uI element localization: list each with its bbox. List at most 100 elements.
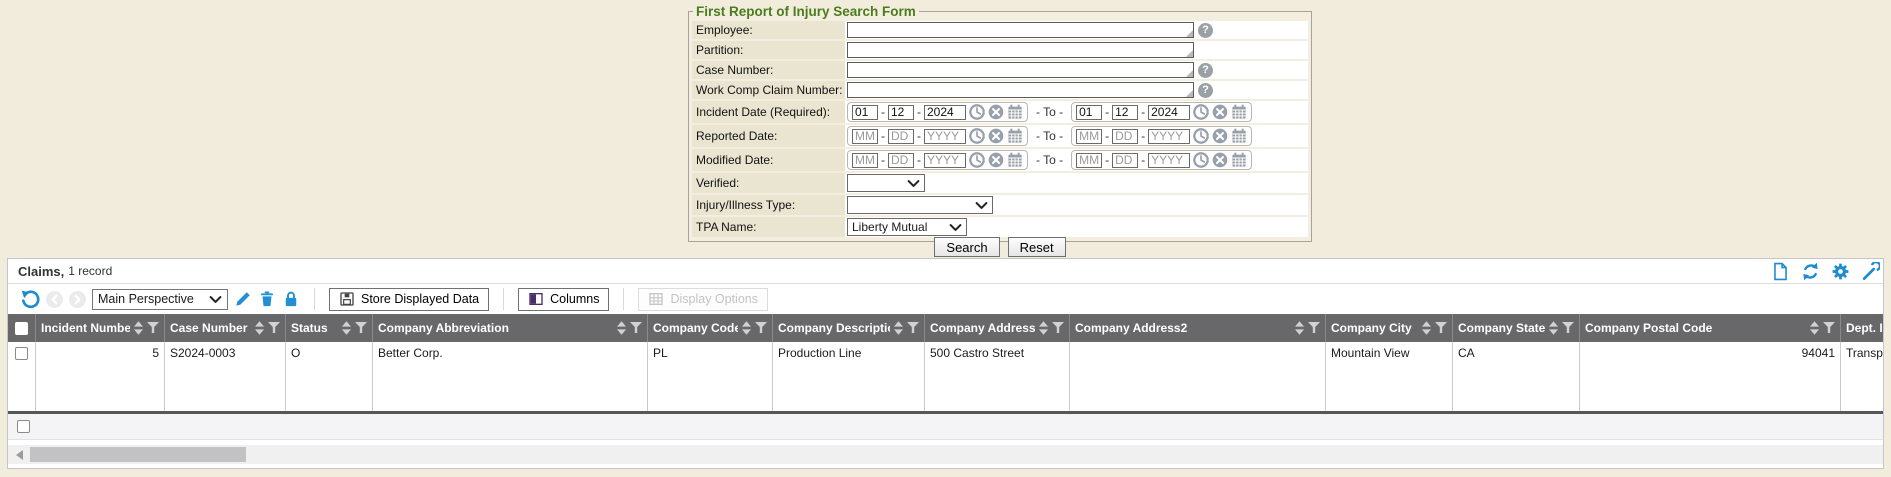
time-icon[interactable] [969,128,985,144]
filter-funnel-icon[interactable] [355,322,367,334]
modified-to-day-input[interactable] [1112,153,1138,168]
sort-icon[interactable] [342,321,351,335]
modified-from-month-input[interactable] [852,153,878,168]
columns-button[interactable]: Columns [518,288,609,311]
calendar-icon[interactable] [1231,104,1247,120]
filter-funnel-icon[interactable] [1562,322,1574,334]
sort-icon[interactable] [617,321,626,335]
incident-to-month-input[interactable] [1076,105,1102,120]
settings-gear-icon[interactable] [1831,262,1850,281]
delete-trash-icon[interactable] [258,290,276,308]
sort-icon[interactable] [134,321,143,335]
incident-from-year-input[interactable] [924,105,966,120]
column-header-dept-id[interactable]: Dept. ID [1841,314,1884,342]
resize-grip[interactable] [1186,50,1193,57]
time-icon[interactable] [969,104,985,120]
reported-from-month-input[interactable] [852,129,878,144]
time-icon[interactable] [1193,152,1209,168]
column-header-company-state[interactable]: Company State [1453,314,1580,342]
verified-select[interactable] [847,174,925,192]
reported-from-year-input[interactable] [924,129,966,144]
refresh-icon[interactable] [1801,262,1820,281]
tpa-name-select[interactable]: Liberty Mutual [847,218,967,236]
case-number-input[interactable] [847,62,1194,78]
column-header-company-postal-code[interactable]: Company Postal Code [1580,314,1841,342]
reset-button[interactable]: Reset [1008,237,1066,257]
column-header-company-code[interactable]: Company Code [648,314,773,342]
sort-icon[interactable] [255,321,264,335]
horizontal-scrollbar[interactable] [8,445,1883,464]
employee-input[interactable] [847,22,1194,38]
perspective-select[interactable]: Main Perspective [92,289,228,310]
clear-date-icon[interactable] [988,128,1004,144]
help-icon[interactable]: ? [1198,83,1213,98]
filter-funnel-icon[interactable] [268,322,280,334]
filter-funnel-icon[interactable] [1308,322,1320,334]
reported-to-month-input[interactable] [1076,129,1102,144]
reported-from-day-input[interactable] [888,129,914,144]
help-icon[interactable]: ? [1198,23,1213,38]
search-button[interactable]: Search [934,237,999,257]
footer-checkbox[interactable] [17,420,30,433]
clear-date-icon[interactable] [1212,152,1228,168]
calendar-icon[interactable] [1231,128,1247,144]
sort-icon[interactable] [1295,321,1304,335]
resize-grip[interactable] [1186,90,1193,97]
filter-funnel-icon[interactable] [1052,322,1064,334]
column-header-company-city[interactable]: Company City [1326,314,1453,342]
column-header-company-abbreviation[interactable]: Company Abbreviation [373,314,648,342]
calendar-icon[interactable] [1231,152,1247,168]
partition-input[interactable] [847,42,1194,58]
incident-from-day-input[interactable] [888,105,914,120]
filter-funnel-icon[interactable] [1435,322,1447,334]
filter-funnel-icon[interactable] [147,322,159,334]
edit-pencil-icon[interactable] [234,290,252,308]
injury-type-select[interactable] [847,196,993,214]
scroll-left-arrow[interactable] [16,450,23,460]
calendar-icon[interactable] [1007,104,1023,120]
incident-to-day-input[interactable] [1112,105,1138,120]
filter-funnel-icon[interactable] [755,322,767,334]
reported-to-year-input[interactable] [1148,129,1190,144]
help-icon[interactable]: ? [1198,63,1213,78]
undo-icon[interactable] [20,289,40,309]
clear-date-icon[interactable] [988,104,1004,120]
clear-date-icon[interactable] [1212,104,1228,120]
select-all-checkbox[interactable] [8,314,36,342]
incident-to-year-input[interactable] [1148,105,1190,120]
column-header-case-number[interactable]: Case Number [165,314,286,342]
sort-icon[interactable] [1810,321,1819,335]
calendar-icon[interactable] [1007,152,1023,168]
row-checkbox[interactable] [15,347,28,360]
calendar-icon[interactable] [1007,128,1023,144]
filter-funnel-icon[interactable] [1823,322,1835,334]
clear-date-icon[interactable] [988,152,1004,168]
column-header-company-description[interactable]: Company Description [773,314,925,342]
column-header-company-address1[interactable]: Company Address1 [925,314,1070,342]
new-document-icon[interactable] [1771,262,1790,281]
scrollbar-thumb[interactable] [30,447,246,462]
time-icon[interactable] [1193,104,1209,120]
incident-from-month-input[interactable] [852,105,878,120]
modified-to-year-input[interactable] [1148,153,1190,168]
filter-funnel-icon[interactable] [630,322,642,334]
time-icon[interactable] [969,152,985,168]
sort-icon[interactable] [742,321,751,335]
resize-grip[interactable] [1186,30,1193,37]
sort-icon[interactable] [1422,321,1431,335]
previous-perspective-button[interactable] [46,291,63,308]
next-perspective-button[interactable] [69,291,86,308]
time-icon[interactable] [1193,128,1209,144]
sort-icon[interactable] [894,321,903,335]
column-header-incident-number[interactable]: Incident Number [36,314,165,342]
store-displayed-data-button[interactable]: Store Displayed Data [329,288,489,311]
column-header-status[interactable]: Status [286,314,373,342]
filter-funnel-icon[interactable] [907,322,919,334]
sort-icon[interactable] [1039,321,1048,335]
modified-from-year-input[interactable] [924,153,966,168]
column-header-company-address2[interactable]: Company Address2 [1070,314,1326,342]
clear-date-icon[interactable] [1212,128,1228,144]
wrench-icon[interactable] [1861,262,1880,281]
modified-from-day-input[interactable] [888,153,914,168]
work-comp-input[interactable] [847,82,1194,98]
